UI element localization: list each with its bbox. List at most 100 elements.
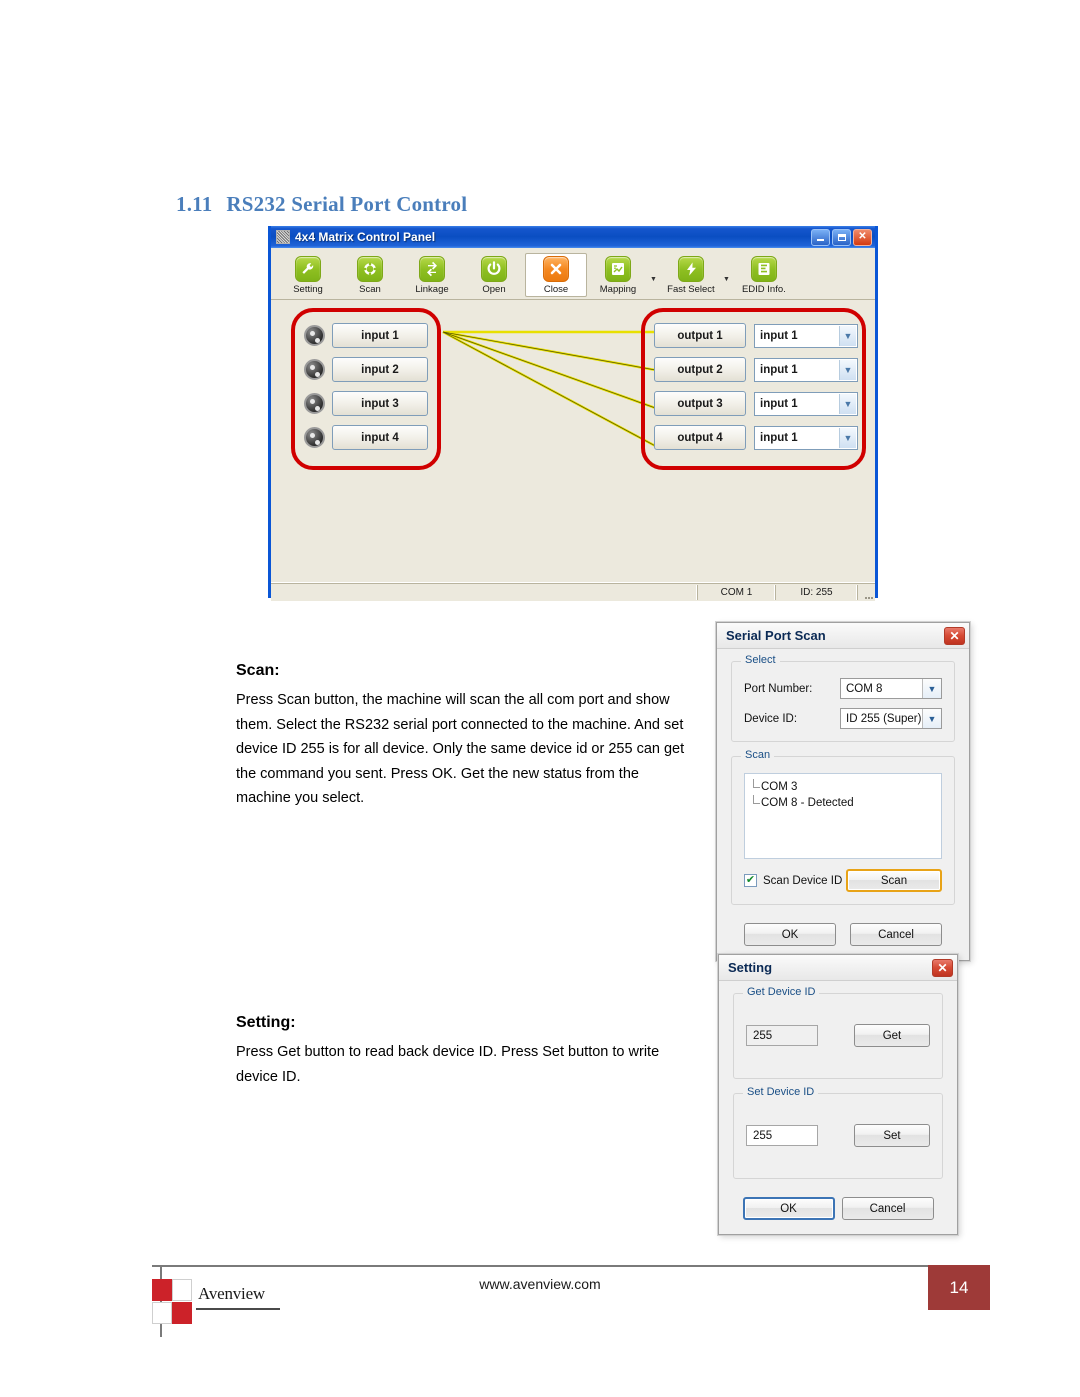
scan-device-id-label: Scan Device ID <box>763 874 843 887</box>
output-source-value: input 1 <box>760 397 798 410</box>
close-icon[interactable]: ✕ <box>944 626 965 645</box>
toolbar-button-setting[interactable]: Setting <box>277 254 339 296</box>
toolbar-button-close[interactable]: Close <box>525 252 587 297</box>
chevron-down-icon[interactable]: ▼ <box>922 709 941 728</box>
dialog-body: Get Device ID 255 Get Set Device ID 255 … <box>719 981 957 1234</box>
ok-button[interactable]: OK <box>744 923 836 946</box>
footer-divider <box>152 1265 928 1267</box>
input-button-3[interactable]: input 3 <box>332 391 428 416</box>
link-arrows-icon <box>419 255 445 282</box>
app-statusbar: COM 1 ID: 255 <box>271 582 875 601</box>
get-device-id-row: 255 Get <box>746 1010 930 1047</box>
window-titlebar: 4x4 Matrix Control Panel ✕ <box>271 226 875 248</box>
list-item[interactable]: COM 8 - Detected <box>751 795 935 811</box>
output-source-value: input 1 <box>760 431 798 444</box>
toolbar-button-edid-info[interactable]: EDID Info. <box>733 254 795 296</box>
output-source-select-1[interactable]: input 1 ▼ <box>754 323 858 348</box>
output-source-value: input 1 <box>760 329 798 342</box>
chevron-down-icon[interactable]: ▼ <box>839 325 856 346</box>
input-button-2[interactable]: input 2 <box>332 357 428 382</box>
wrench-icon <box>295 255 321 282</box>
output-row: output 2 input 1 ▼ <box>654 355 862 384</box>
toolbar-button-fast-select[interactable]: Fast Select <box>660 254 722 296</box>
minimize-icon[interactable] <box>811 228 830 246</box>
setting-dialog: Setting ✕ Get Device ID 255 Get Set Devi… <box>718 954 958 1235</box>
logo-square-white-bottom <box>152 1302 172 1324</box>
cancel-button[interactable]: Cancel <box>841 1197 934 1220</box>
chevron-down-icon[interactable]: ▼ <box>839 359 856 380</box>
toolbar-button-open[interactable]: Open <box>463 254 525 296</box>
port-number-select[interactable]: COM 8 ▼ <box>840 678 942 699</box>
connector-jack-icon <box>304 359 325 380</box>
dialog-titlebar: Serial Port Scan ✕ <box>717 623 969 649</box>
output-button-4[interactable]: output 4 <box>654 425 746 450</box>
toolbar-button-mapping[interactable]: Mapping <box>587 254 649 296</box>
select-groupbox: Select Port Number: COM 8 ▼ Device ID: I… <box>731 654 955 742</box>
dialog-title: Serial Port Scan <box>726 628 826 643</box>
mapping-icon <box>605 255 631 282</box>
chevron-down-icon[interactable]: ▼ <box>922 679 941 698</box>
port-number-value: COM 8 <box>846 682 883 695</box>
toolbar-label: Scan <box>359 283 381 295</box>
device-id-select[interactable]: ID 255 (Super) ▼ <box>840 708 942 729</box>
set-device-id-label: Set Device ID <box>743 1086 819 1098</box>
scan-button[interactable]: Scan <box>846 869 942 892</box>
output-source-select-4[interactable]: input 1 ▼ <box>754 425 858 450</box>
setting-section-paragraph: Press Get button to read back device ID.… <box>236 1044 660 1085</box>
output-button-2[interactable]: output 2 <box>654 357 746 382</box>
toolbar-label: Fast Select <box>667 283 715 295</box>
scan-device-id-checkbox[interactable]: ✔ <box>744 874 757 887</box>
input-button-1[interactable]: input 1 <box>332 323 428 348</box>
close-icon[interactable]: ✕ <box>932 958 953 977</box>
maximize-icon[interactable] <box>832 228 851 246</box>
device-id-row: Device ID: ID 255 (Super) ▼ <box>744 708 942 729</box>
set-button[interactable]: Set <box>854 1124 930 1147</box>
connector-jack-icon <box>304 325 325 346</box>
matrix-app-icon <box>276 230 290 244</box>
fast-select-dropdown-arrow-icon[interactable]: ▼ <box>723 276 730 283</box>
close-x-icon <box>543 255 569 282</box>
set-device-id-field[interactable]: 255 <box>746 1125 818 1146</box>
output-button-1[interactable]: output 1 <box>654 323 746 348</box>
get-button[interactable]: Get <box>854 1024 930 1047</box>
footer-url: www.avenview.com <box>479 1276 601 1292</box>
get-device-id-field[interactable]: 255 <box>746 1025 818 1046</box>
connector-jack-icon <box>304 427 325 448</box>
output-source-value: input 1 <box>760 363 798 376</box>
page-title: 1.11 RS232 Serial Port Control <box>176 192 467 217</box>
port-number-label: Port Number: <box>744 682 813 695</box>
cancel-button[interactable]: Cancel <box>850 923 942 946</box>
mapping-dropdown-arrow-icon[interactable]: ▼ <box>650 276 657 283</box>
list-item[interactable]: COM 3 <box>751 779 935 795</box>
status-device-id: ID: 255 <box>775 584 857 600</box>
toolbar-button-scan[interactable]: Scan <box>339 254 401 296</box>
input-row: input 1 <box>304 321 437 350</box>
output-source-select-2[interactable]: input 1 ▼ <box>754 357 858 382</box>
input-button-4[interactable]: input 4 <box>332 425 428 450</box>
logo-underline <box>196 1308 280 1310</box>
setting-section-heading: Setting: <box>236 1014 296 1031</box>
chevron-down-icon[interactable]: ▼ <box>839 427 856 448</box>
close-icon[interactable]: ✕ <box>853 228 872 246</box>
dialog-title: Setting <box>728 960 773 975</box>
window-title: 4x4 Matrix Control Panel <box>295 230 436 244</box>
select-group-label: Select <box>741 654 780 666</box>
dialog-footer: OK Cancel <box>733 1193 943 1222</box>
edid-icon <box>750 255 777 282</box>
output-button-3[interactable]: output 3 <box>654 391 746 416</box>
toolbar-button-linkage[interactable]: Linkage <box>401 254 463 296</box>
ok-button[interactable]: OK <box>742 1197 835 1220</box>
dialog-titlebar: Setting ✕ <box>719 955 957 981</box>
dialog-footer: OK Cancel <box>731 919 955 948</box>
output-source-select-3[interactable]: input 1 ▼ <box>754 391 858 416</box>
logo-square-red-bottom <box>172 1302 192 1324</box>
chevron-down-icon[interactable]: ▼ <box>839 393 856 414</box>
status-port: COM 1 <box>697 584 775 600</box>
toolbar-label: EDID Info. <box>741 283 786 295</box>
scan-section-paragraph: Press Scan button, the machine will scan… <box>236 692 685 806</box>
get-device-id-groupbox: Get Device ID 255 Get <box>733 986 943 1079</box>
resize-grip-icon[interactable] <box>857 584 875 600</box>
scan-results-list[interactable]: COM 3 COM 8 - Detected <box>744 773 942 859</box>
toolbar-label: Open <box>482 283 506 295</box>
toolbar-label: Setting <box>293 283 323 295</box>
